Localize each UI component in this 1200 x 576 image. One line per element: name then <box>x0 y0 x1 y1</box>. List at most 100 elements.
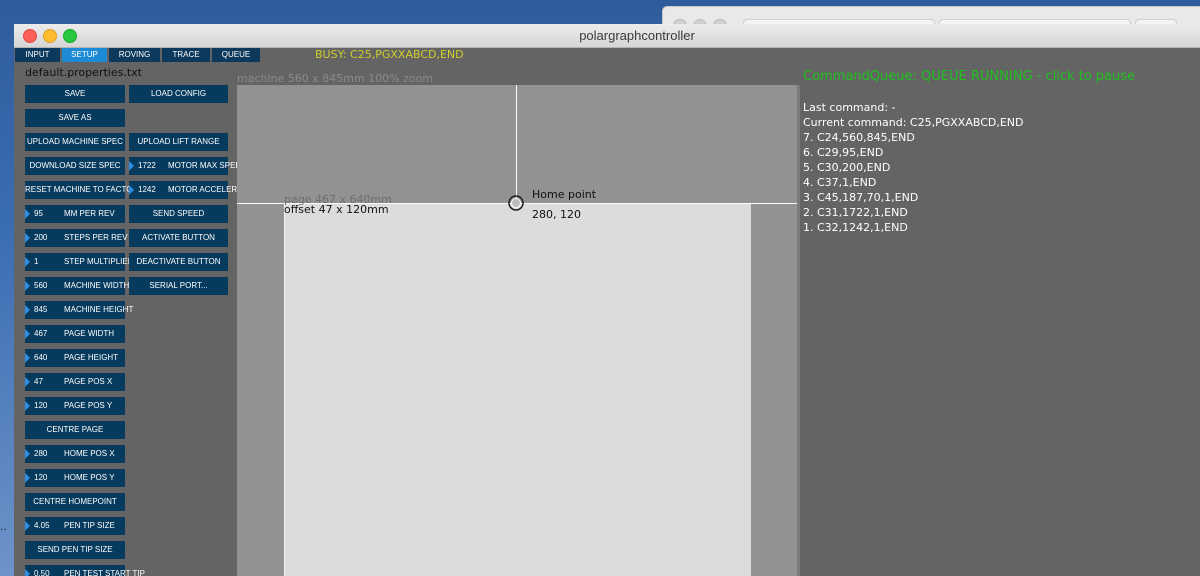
home-point-label: Home point <box>532 188 597 201</box>
field-label: HOME POS Y <box>64 473 115 482</box>
upload-lift-range-button[interactable]: UPLOAD LIFT RANGE <box>129 133 228 151</box>
field-label: STEPS PER REV <box>64 233 128 242</box>
home-pos-x-field[interactable]: 280 HOME POS X <box>25 445 125 463</box>
field-label: HOME POS X <box>64 449 115 458</box>
field-arrow-icon <box>129 161 134 171</box>
field-label: PEN TIP SIZE <box>64 521 115 530</box>
field-value: 4.05 <box>34 521 50 530</box>
save-as-button[interactable]: SAVE AS <box>25 109 125 127</box>
properties-filename: default.properties.txt <box>25 66 142 79</box>
title-bar: polargraphcontroller <box>14 24 1200 48</box>
field-arrow-icon <box>25 449 30 459</box>
step-multiplier-field[interactable]: 1 STEP MULTIPLIER <box>25 253 134 271</box>
pen-test-start-tip-field[interactable]: 0.50 PEN TEST START TIP <box>25 565 145 576</box>
field-value: 640 <box>34 353 48 362</box>
field-label: PAGE POS Y <box>64 401 113 410</box>
send-pen-tip-size-button[interactable]: SEND PEN TIP SIZE <box>25 541 125 559</box>
queue-status-toggle[interactable]: CommandQueue: QUEUE RUNNING - click to p… <box>803 69 1135 84</box>
field-value: 467 <box>34 329 48 338</box>
tab-queue[interactable]: QUEUE <box>212 48 260 62</box>
field-value: 1 <box>34 257 39 266</box>
machine-width-field[interactable]: 560 MACHINE WIDTH <box>25 277 129 295</box>
home-pos-y-field[interactable]: 120 HOME POS Y <box>25 469 125 487</box>
tab-input[interactable]: INPUT <box>15 48 60 62</box>
field-label: PAGE WIDTH <box>64 329 115 338</box>
upload-machine-spec-button[interactable]: UPLOAD MACHINE SPEC <box>25 133 125 151</box>
queue-item: 3. C45,187,70,1,END <box>803 191 919 204</box>
field-arrow-icon <box>129 185 134 195</box>
page-width-field[interactable]: 467 PAGE WIDTH <box>25 325 125 343</box>
field-arrow-icon <box>25 257 30 267</box>
tab-roving[interactable]: ROVING <box>109 48 160 62</box>
activate-button[interactable]: ACTIVATE BUTTON <box>129 229 228 247</box>
field-arrow-icon <box>25 281 30 291</box>
field-value: 120 <box>34 473 48 482</box>
app-window: polargraphcontroller INPUT SETUP ROVING … <box>14 24 1200 576</box>
page-pos-y-field[interactable]: 120 PAGE POS Y <box>25 397 125 415</box>
page-height-field[interactable]: 640 PAGE HEIGHT <box>25 349 125 367</box>
field-arrow-icon <box>25 377 30 387</box>
current-command: Current command: C25,PGXXABCD,END <box>803 116 1024 129</box>
field-label: PAGE POS X <box>64 377 113 386</box>
field-arrow-icon <box>25 329 30 339</box>
deactivate-button[interactable]: DEACTIVATE BUTTON <box>129 253 228 271</box>
field-value: 200 <box>34 233 48 242</box>
busy-status: BUSY: C25,PGXXABCD,END <box>315 48 464 61</box>
reset-machine-button[interactable]: RESET MACHINE TO FACTORY <box>25 181 143 199</box>
field-label: MACHINE HEIGHT <box>64 305 134 314</box>
queue-item: 4. C37,1,END <box>803 176 877 189</box>
home-point-coords: 280, 120 <box>532 208 581 221</box>
field-label: PEN TEST START TIP <box>64 569 145 576</box>
centre-homepoint-button[interactable]: CENTRE HOMEPOINT <box>25 493 125 511</box>
machine-label: machine 560 x 845mm 100% zoom <box>237 72 434 85</box>
field-value: 1242 <box>138 185 156 194</box>
last-command: Last command: - <box>803 101 896 114</box>
queue-item: 5. C30,200,END <box>803 161 891 174</box>
field-value: 0.50 <box>34 569 50 576</box>
download-size-spec-button[interactable]: DOWNLOAD SIZE SPEC <box>25 157 125 175</box>
field-label: PAGE HEIGHT <box>64 353 119 362</box>
pen-tip-size-field[interactable]: 4.05 PEN TIP SIZE <box>25 517 125 535</box>
offset-label: offset 47 x 120mm <box>284 203 389 216</box>
field-value: 120 <box>34 401 48 410</box>
desktop-dots: .. <box>0 520 7 533</box>
queue-item: 7. C24,560,845,END <box>803 131 915 144</box>
send-speed-button[interactable]: SEND SPEED <box>129 205 228 223</box>
queue-item: 1. C32,1242,1,END <box>803 221 908 234</box>
tab-bar: INPUT SETUP ROVING TRACE QUEUE <box>15 48 262 62</box>
centre-page-button[interactable]: CENTRE PAGE <box>25 421 125 439</box>
queue-item: 6. C29,95,END <box>803 146 884 159</box>
steps-per-rev-field[interactable]: 200 STEPS PER REV <box>25 229 128 247</box>
machine-height-field[interactable]: 845 MACHINE HEIGHT <box>25 301 133 319</box>
field-value: 47 <box>34 377 43 386</box>
field-label: STEP MULTIPLIER <box>64 257 134 266</box>
queue-item: 2. C31,1722,1,END <box>803 206 908 219</box>
field-arrow-icon <box>25 473 30 483</box>
field-arrow-icon <box>25 209 30 219</box>
field-arrow-icon <box>25 233 30 243</box>
tab-setup[interactable]: SETUP <box>62 48 107 62</box>
save-button[interactable]: SAVE <box>25 85 125 103</box>
window-title: polargraphcontroller <box>579 28 695 43</box>
field-value: 280 <box>34 449 48 458</box>
field-value: 95 <box>34 209 43 218</box>
field-arrow-icon <box>25 401 30 411</box>
queue-list: Last command: - Current command: C25,PGX… <box>803 100 1024 235</box>
page-area[interactable] <box>284 204 751 576</box>
page-pos-x-field[interactable]: 47 PAGE POS X <box>25 373 125 391</box>
field-value: 845 <box>34 305 48 314</box>
canvas-side-strip <box>797 85 800 576</box>
tab-trace[interactable]: TRACE <box>162 48 210 62</box>
motor-acceleration-field[interactable]: 1242 MOTOR ACCELERATION <box>129 181 261 199</box>
mm-per-rev-field[interactable]: 95 MM PER REV <box>25 205 125 223</box>
field-arrow-icon <box>25 521 30 531</box>
field-label: MM PER REV <box>64 209 115 218</box>
field-arrow-icon <box>25 305 30 315</box>
home-point-icon[interactable] <box>508 195 524 211</box>
home-vertical-line <box>516 85 517 204</box>
field-value: 1722 <box>138 161 156 170</box>
serial-port-button[interactable]: SERIAL PORT... <box>129 277 228 295</box>
motor-max-speed-field[interactable]: 1722 MOTOR MAX SPEED <box>129 157 247 175</box>
field-label: MOTOR MAX SPEED <box>168 161 247 170</box>
load-config-button[interactable]: LOAD CONFIG <box>129 85 228 103</box>
